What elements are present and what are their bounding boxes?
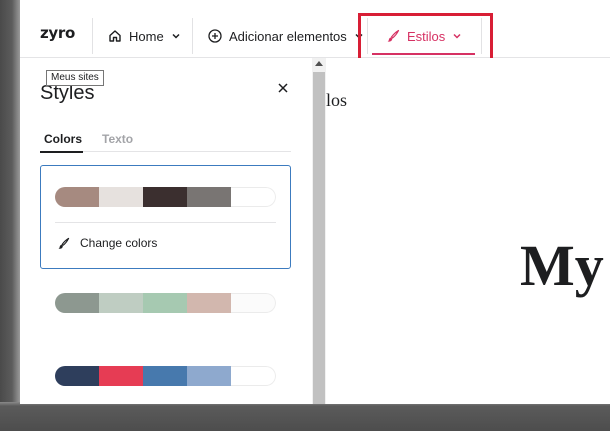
home-menu[interactable]: Home <box>108 22 181 50</box>
page-canvas[interactable]: los My <box>326 58 610 404</box>
canvas-heading[interactable]: My <box>520 232 604 299</box>
color-swatch <box>55 366 99 386</box>
color-swatch <box>231 187 276 207</box>
color-swatch <box>55 293 99 313</box>
close-icon[interactable] <box>275 80 291 96</box>
tab-texto[interactable]: Texto <box>102 132 133 146</box>
color-palette[interactable] <box>55 366 276 386</box>
color-swatch <box>187 187 231 207</box>
home-label: Home <box>129 28 164 44</box>
color-swatch <box>187 293 231 313</box>
add-circle-icon <box>208 29 222 43</box>
tooltip: Meus sites <box>46 70 104 86</box>
active-tab-indicator <box>40 151 83 153</box>
canvas-partial-text[interactable]: los <box>326 90 347 111</box>
divider <box>55 222 276 223</box>
zyro-logo[interactable]: zyro <box>40 24 75 42</box>
annotation-highlight-box <box>358 13 493 62</box>
top-bar: zyro Home Adicionar elementos Estilos <box>20 0 610 58</box>
change-colors-label: Change colors <box>80 236 158 250</box>
color-palette[interactable] <box>55 293 276 313</box>
color-swatch <box>143 293 187 313</box>
home-icon <box>109 30 121 42</box>
color-swatch <box>99 187 143 207</box>
editor-app: zyro Home Adicionar elementos Estilos St… <box>20 0 610 404</box>
color-swatch <box>143 366 187 386</box>
color-swatch <box>143 187 187 207</box>
color-palette[interactable] <box>55 187 276 207</box>
scrollbar-thumb[interactable] <box>313 72 325 404</box>
color-swatch <box>187 366 231 386</box>
window-frame-left <box>0 0 20 420</box>
window-frame-bottom <box>0 402 610 431</box>
color-swatch <box>55 187 99 207</box>
color-swatch <box>231 293 276 313</box>
tab-colors[interactable]: Colors <box>44 132 82 146</box>
paintbrush-icon <box>58 237 70 249</box>
add-elements-label: Adicionar elementos <box>229 28 347 44</box>
panel-scrollbar[interactable] <box>312 58 326 404</box>
change-colors-button[interactable]: Change colors <box>57 236 157 250</box>
color-swatch <box>99 293 143 313</box>
nav-separator <box>192 18 193 54</box>
color-swatch <box>99 366 143 386</box>
scroll-up-arrow-icon[interactable] <box>315 61 323 66</box>
style-tabs: Colors Texto <box>40 130 291 152</box>
chevron-down-icon <box>172 33 180 39</box>
add-elements-menu[interactable]: Adicionar elementos <box>208 22 364 50</box>
styles-panel: Styles Colors Texto Change colors <box>20 58 312 404</box>
selected-palette-card[interactable]: Change colors <box>40 165 291 269</box>
nav-separator <box>92 18 93 54</box>
color-swatch <box>231 366 276 386</box>
